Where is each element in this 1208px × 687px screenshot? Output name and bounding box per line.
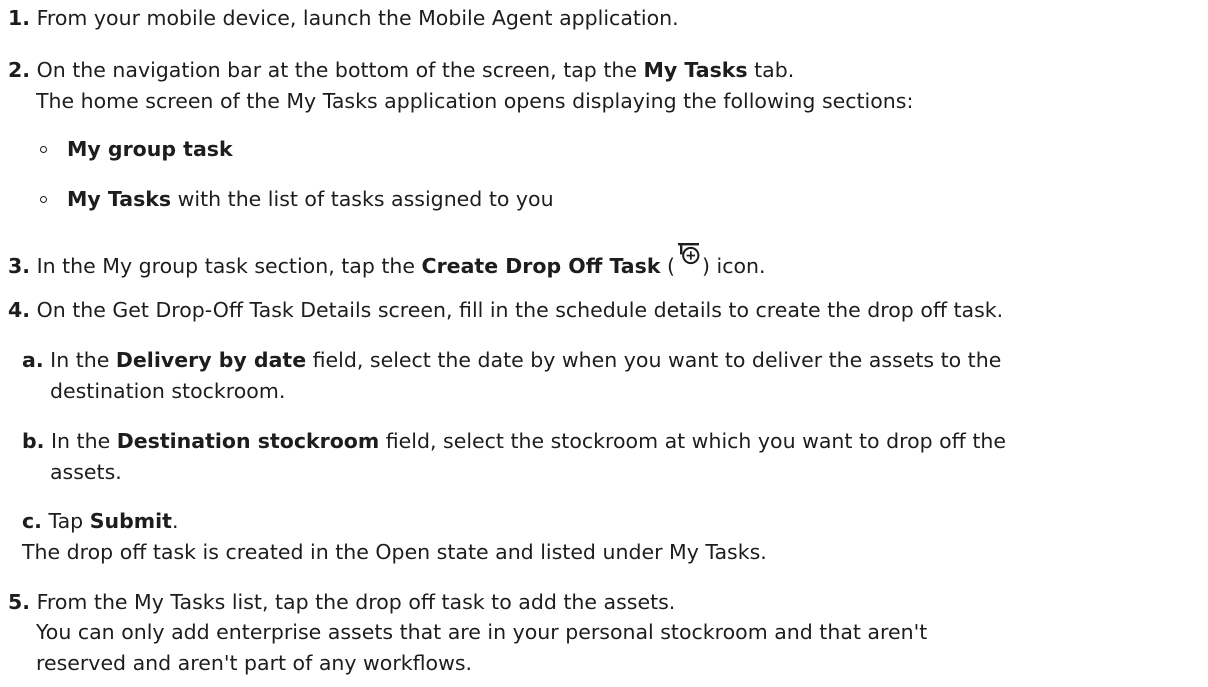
paren-close: ) icon. [701,254,766,278]
substep-letter: c. [22,509,42,533]
substep-a-line-2: destination stockroom. [50,379,286,403]
step-5-result-line-2: reserved and aren't part of any workflow… [36,651,473,675]
ui-term-create-drop-off-task: Create Drop Off Task [421,254,661,278]
step-number: 1. [8,6,31,30]
step-number: 5. [8,590,31,614]
substep-c: c. Tap Submit. [22,508,178,534]
ui-term-destination-stockroom: Destination stockroom [116,429,380,453]
step-4: 4. On the Get Drop-Off Task Details scre… [8,297,1003,323]
substep-post: field, select the date by when you want … [306,348,1002,372]
bullet-marker [40,196,47,203]
bullet-item-1: My group task [67,136,233,162]
substep-b: b. In the Destination stockroom field, s… [22,428,1006,454]
substep-letter: b. [22,429,45,453]
bullet-item-2: My Tasks with the list of tasks assigned… [67,186,554,212]
ui-term-delivery-by-date: Delivery by date [115,348,307,372]
ui-term-my-tasks: My Tasks [643,58,748,82]
step-number: 2. [8,58,31,82]
bullet-bold: My group task [67,137,233,161]
step-2-result: The home screen of the My Tasks applicat… [36,89,914,113]
step-text-pre: In the My group task section, tap the [36,254,422,278]
step-3: 3. In the My group task section, tap the… [8,243,766,279]
create-drop-off-task-icon [677,243,700,275]
step-text: On the Get Drop-Off Task Details screen,… [36,298,1004,322]
substep-c-result: The drop off task is created in the Open… [22,540,767,564]
step-text-post: tab. [747,58,795,82]
step-1: 1. From your mobile device, launch the M… [8,5,679,31]
bullet-bold: My Tasks [67,187,172,211]
paren-open: ( [660,254,675,278]
substep-a: a. In the Delivery by date field, select… [22,347,1001,373]
substep-letter: a. [22,348,44,372]
bullet-marker [40,146,47,153]
bullet-text: with the list of tasks assigned to you [171,187,554,211]
substep-pre: In the [51,429,117,453]
step-number: 3. [8,254,31,278]
ui-term-submit: Submit [89,509,172,533]
substep-b-line-2: assets. [50,460,122,484]
substep-pre: Tap [48,509,90,533]
substep-post: . [171,509,179,533]
step-2: 2. On the navigation bar at the bottom o… [8,57,794,83]
substep-pre: In the [50,348,116,372]
step-5-result-line-1: You can only add enterprise assets that … [36,620,928,644]
procedure-document: 1. From your mobile device, launch the M… [0,0,1208,687]
step-5: 5. From the My Tasks list, tap the drop … [8,589,675,615]
step-number: 4. [8,298,31,322]
step-text-pre: On the navigation bar at the bottom of t… [36,58,644,82]
step-text: From the My Tasks list, tap the drop off… [36,590,676,614]
substep-post: field, select the stockroom at which you… [379,429,1006,453]
step-text: From your mobile device, launch the Mobi… [36,6,679,30]
